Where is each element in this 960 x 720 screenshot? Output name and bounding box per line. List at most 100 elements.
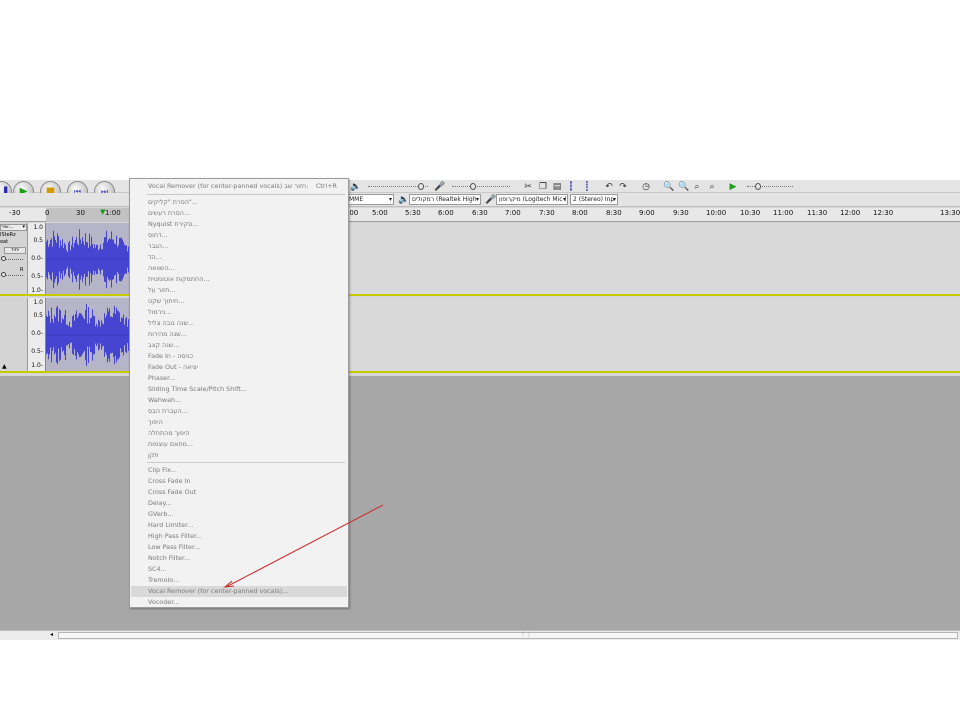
menu-item-effect[interactable]: הד... — [131, 252, 347, 263]
ruler-tick: 11:00 — [773, 209, 794, 217]
menu-item-vocal-remover[interactable]: Vocal Remover (for center-panned vocals)… — [131, 586, 347, 597]
track-control-panel-lower[interactable]: ▲ — [0, 298, 28, 372]
amplitude-scale-lower: 1.0 0.5 0.0- 0.5- 1.0- — [28, 298, 46, 372]
ruler-tick: 8:30 — [606, 209, 622, 217]
solo-button[interactable]: יחיד — [4, 247, 26, 254]
zoom-in-button[interactable]: 🔍 — [662, 181, 674, 192]
scale-label: 0.5 — [33, 312, 43, 319]
input-volume-slider[interactable] — [446, 181, 512, 192]
menu-item-plugin-effect[interactable]: Delay... — [131, 498, 347, 509]
menu-item-effect[interactable]: שנה גובה צליל... — [131, 318, 347, 329]
menu-item-effect[interactable]: שנה קצב... — [131, 340, 347, 351]
menu-item-effect[interactable]: דחוס... — [131, 230, 347, 241]
menu-item-plugin-effect[interactable]: SC4... — [131, 564, 347, 575]
menu-item-plugin-effect[interactable]: Notch Filter... — [131, 553, 347, 564]
output-volume-slider[interactable] — [362, 181, 430, 192]
scale-label: 0.5- — [31, 348, 43, 355]
copy-button[interactable]: ❐ — [537, 181, 549, 192]
menu-item-effect[interactable]: Fade In - כניסה — [131, 351, 347, 362]
undo-button[interactable]: ↶ — [603, 181, 615, 192]
redo-icon: ↷ — [619, 182, 627, 192]
menu-item-effect[interactable]: מתאם עוצמות... — [131, 439, 347, 450]
menu-item-plugin-effect[interactable]: Cross Fade Out — [131, 487, 347, 498]
menu-item-effect[interactable]: Nyquist סקירת... — [131, 219, 347, 230]
input-mic-icon: 🎤 — [485, 195, 497, 205]
paste-button[interactable]: ▤ — [551, 181, 563, 192]
cut-button[interactable]: ✂ — [522, 181, 534, 192]
menu-item-effect[interactable]: הסרת "קליקים"... — [131, 197, 347, 208]
microphone-icon: 🎤 — [434, 182, 446, 192]
gain-knob[interactable] — [1, 256, 6, 261]
scale-label: 1.0 — [33, 299, 43, 306]
menu-item-effect[interactable]: היפוך — [131, 417, 347, 428]
playhead-marker-icon: ▼ — [100, 208, 106, 216]
ruler-tick: 7:00 — [505, 209, 521, 217]
trim-button[interactable]: ┇ — [565, 181, 577, 192]
menu-item-effect[interactable]: החתמקות אוטומטית... — [131, 274, 347, 285]
menu-item-effect[interactable]: הגבר... — [131, 241, 347, 252]
zoom-out-button[interactable]: 🔍 — [677, 181, 689, 192]
scale-label: 1.0- — [31, 287, 43, 294]
ruler-tick: 5:00 — [372, 209, 388, 217]
output-device-select[interactable]: רמקולים (Realtek High ▾ — [409, 194, 481, 205]
ruler-tick: 5:30 — [405, 209, 421, 217]
paste-icon: ▤ — [552, 182, 562, 192]
sync-lock-icon: ◷ — [642, 182, 650, 192]
solo-label: יחיד — [10, 247, 20, 253]
horizontal-scrollbar[interactable]: ◂ ⋮⋮ — [0, 630, 960, 640]
menu-item-plugin-effect[interactable]: Cross Fade In — [131, 476, 347, 487]
ruler-tick: 7:30 — [539, 209, 555, 217]
menu-item-plugin-effect[interactable]: Hard Limiter... — [131, 520, 347, 531]
menu-item-plugin-effect[interactable]: Vocoder... — [131, 597, 347, 608]
scrollbar-grip-icon: ⋮⋮ — [520, 631, 532, 638]
fit-project-button[interactable]: ⌕ — [706, 181, 718, 192]
ruler-tick: 9:30 — [673, 209, 689, 217]
play-at-speed-button[interactable]: ▶ — [727, 181, 739, 192]
menu-item-plugin-effect[interactable]: Tremolo... — [131, 575, 347, 586]
pan-knob[interactable] — [1, 272, 6, 277]
menu-item-plugin-effect[interactable]: Low Pass Filter... — [131, 542, 347, 553]
sync-lock-button[interactable]: ◷ — [640, 181, 652, 192]
scale-label: 0.0- — [31, 330, 43, 337]
menu-item-effect[interactable]: העברת הבס... — [131, 406, 347, 417]
collapse-track-icon[interactable]: ▲ — [2, 363, 7, 370]
menu-item-effect[interactable]: Wahwah... — [131, 395, 347, 406]
fit-selection-button[interactable]: ⌕ — [691, 181, 703, 192]
ruler-tick: 11:30 — [807, 209, 828, 217]
menu-item-effect[interactable]: חיתוך שקט... — [131, 296, 347, 307]
menu-item-effect[interactable]: היפוך מהתחלה — [131, 428, 347, 439]
zoom-in-icon: 🔍 — [663, 182, 675, 192]
input-channels-select[interactable]: 2 (Stereo) Inp ▾ — [570, 194, 618, 205]
ruler-tick: -30 — [9, 209, 21, 217]
menu-item-effect[interactable]: Phaser... — [131, 373, 347, 384]
menu-item-plugin-effect[interactable]: GVerb... — [131, 509, 347, 520]
menu-item-effect[interactable]: Sliding Time Scale/Pitch Shift... — [131, 384, 347, 395]
ruler-tick: 10:30 — [740, 209, 761, 217]
scroll-left-icon[interactable]: ◂ — [50, 631, 53, 638]
menu-item-effect[interactable]: חזור על... — [131, 285, 347, 296]
menu-item-effect[interactable]: נירמול... — [131, 307, 347, 318]
copy-icon: ❐ — [538, 182, 548, 192]
output-speaker-icon: 🔈 — [398, 195, 410, 205]
silence-button[interactable]: ┋ — [581, 181, 593, 192]
fit-selection-icon: ⌕ — [694, 182, 700, 192]
track-name-button[interactable]: שיר... ▾ — [0, 224, 27, 231]
menu-item-plugin-effect[interactable]: Clip Fix... — [131, 465, 347, 476]
menu-item-effect[interactable]: שנה מהירות... — [131, 329, 347, 340]
scale-label: 0.5 — [33, 237, 43, 244]
menu-item-effect[interactable]: השוואה... — [131, 263, 347, 274]
menu-item-effect[interactable]: תקן — [131, 450, 347, 461]
scrollbar-thumb[interactable] — [58, 632, 958, 639]
menu-item-effect[interactable]: Fade Out - יציאה — [131, 362, 347, 373]
menu-item-repeat-last-effect[interactable]: Vocal Remover (for center-panned vocals)… — [131, 181, 347, 192]
menu-item-plugin-effect[interactable]: High Pass Filter... — [131, 531, 347, 542]
ruler-tick: 12:30 — [873, 209, 894, 217]
ruler-tick: 9:00 — [639, 209, 655, 217]
playback-speed-slider[interactable] — [741, 181, 795, 192]
redo-button[interactable]: ↷ — [617, 181, 629, 192]
input-device-select[interactable]: מיקרופון (Logitech Mic (▾ — [496, 194, 568, 205]
menu-item-effect[interactable]: הסרת רעשים... — [131, 208, 347, 219]
track-format: ISteRz — [0, 232, 16, 238]
audio-host-select[interactable]: MME ▾ — [346, 194, 394, 205]
track-control-panel[interactable]: שיר... ▾ ISteRz oat יחיד R — [0, 223, 28, 296]
